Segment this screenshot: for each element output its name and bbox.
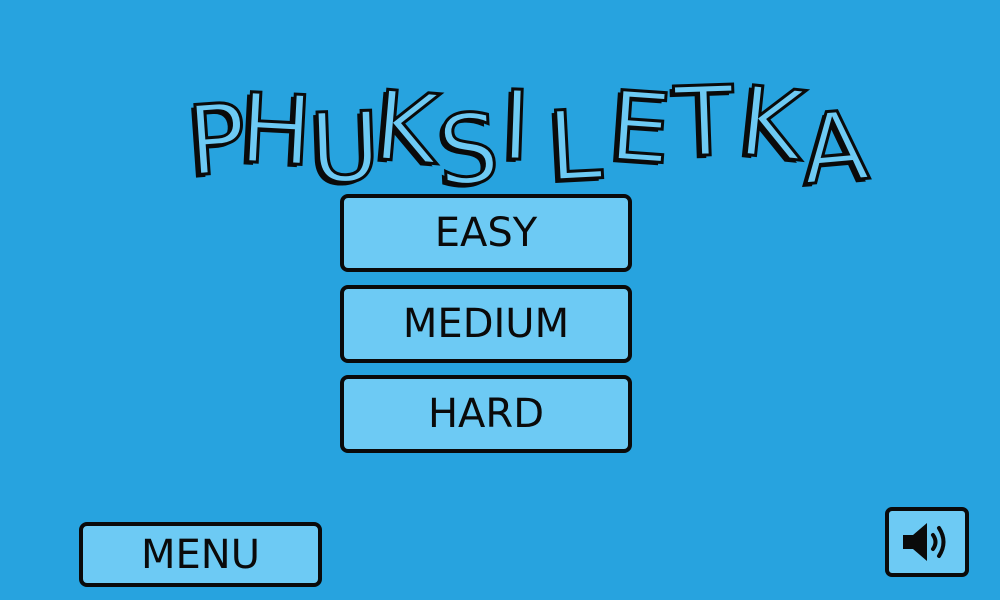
menu-button-label: MENU xyxy=(141,531,260,578)
title-letter: A xyxy=(796,88,874,208)
title-letter: E xyxy=(605,69,676,188)
easy-button[interactable]: EASY xyxy=(340,194,632,272)
hard-button[interactable]: HARD xyxy=(340,375,632,453)
title-letter: T xyxy=(672,64,738,181)
hard-button-label: HARD xyxy=(427,391,545,437)
title-letter: U xyxy=(307,89,384,206)
easy-button-label: EASY xyxy=(434,210,538,256)
menu-button[interactable]: MENU xyxy=(79,522,322,587)
medium-button-label: MEDIUM xyxy=(402,301,570,347)
medium-button[interactable]: MEDIUM xyxy=(340,285,632,363)
title-letter: I xyxy=(499,68,534,184)
sound-toggle-button[interactable] xyxy=(885,507,969,577)
title-letter: K xyxy=(733,64,810,185)
title-letter: K xyxy=(369,68,444,188)
title-letter: L xyxy=(544,87,606,205)
title-letter: H xyxy=(236,71,317,190)
game-screen: P H U K S I L E T K A EASY MEDIUM HARD M… xyxy=(0,0,1000,600)
speaker-on-icon xyxy=(903,523,946,561)
game-title: P H U K S I L E T K A xyxy=(180,64,880,210)
title-letter: S xyxy=(434,91,504,209)
